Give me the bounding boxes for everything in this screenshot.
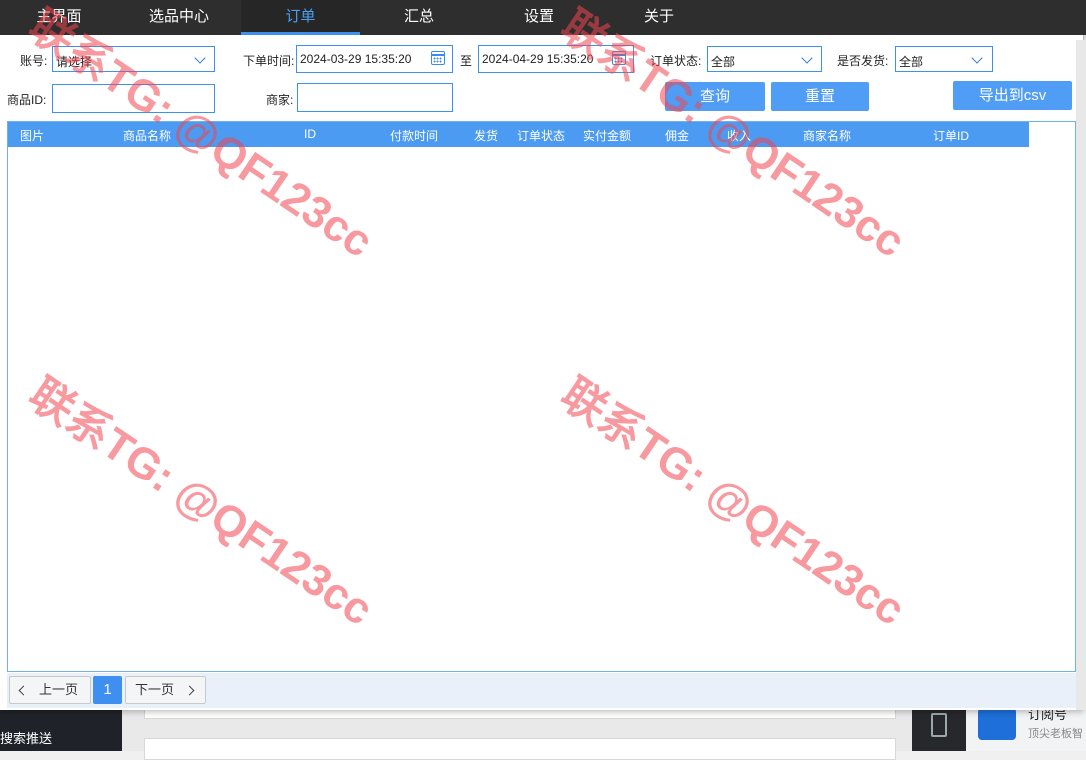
merchant-label: 商家: [266, 93, 294, 107]
background-card [144, 710, 896, 719]
calendar-icon[interactable] [612, 51, 626, 65]
column-header[interactable]: 订单状态 [517, 127, 565, 144]
start-time-picker[interactable]: 2024-03-29 15:35:20 [296, 45, 453, 73]
reset-button[interactable]: 重置 [771, 82, 869, 111]
order-window: 主界面 选品中心 订单 汇总 设置 关于 账号: 请选择 下单时间: 2024-… [0, 0, 1086, 710]
chevron-left-icon [18, 685, 29, 696]
shipped-label: 是否发货: [837, 54, 889, 68]
prev-page-button[interactable]: 上一页 [9, 676, 91, 704]
table-header: 图片 商品名称 ID 付款时间 发货 订单状态 实付金额 佣金 收入 商家名称 … [8, 122, 1029, 147]
query-button[interactable]: 查询 [665, 82, 765, 111]
calendar-icon[interactable] [431, 51, 445, 65]
next-page-label: 下一页 [135, 682, 175, 697]
column-header[interactable]: 商品名称 [123, 127, 171, 144]
chevron-down-icon [971, 52, 983, 64]
order-status-select[interactable]: 全部 [707, 46, 822, 72]
tab-orders[interactable]: 订单 [241, 0, 360, 35]
pagination: 上一页 1 下一页 [7, 673, 1076, 708]
subscription-desc: 顶尖老板智 [1028, 728, 1083, 740]
column-header[interactable]: 收入 [727, 127, 751, 144]
column-header[interactable]: ID [304, 127, 316, 141]
start-time-value: 2024-03-29 15:35:20 [300, 52, 412, 66]
column-header[interactable]: 发货 [474, 127, 498, 144]
merchant-input[interactable] [297, 83, 453, 112]
prev-page-label: 上一页 [39, 682, 79, 697]
chevron-down-icon [801, 52, 813, 64]
subscription-icon[interactable] [978, 708, 1016, 740]
phone-icon[interactable] [931, 713, 947, 737]
column-header[interactable]: 佣金 [665, 127, 689, 144]
scrollbar[interactable] [1076, 40, 1086, 710]
column-header[interactable]: 实付金额 [583, 127, 631, 144]
to-label: 至 [460, 54, 473, 68]
export-csv-button[interactable]: 导出到csv [953, 81, 1072, 110]
column-header[interactable]: 付款时间 [390, 127, 438, 144]
order-status-value: 全部 [711, 55, 736, 69]
column-header[interactable]: 订单ID [933, 127, 969, 144]
background-card [144, 738, 896, 760]
tab-product-selection[interactable]: 选品中心 [127, 0, 231, 35]
account-select-value: 请选择 [56, 55, 93, 69]
end-time-value: 2024-04-29 15:35:20 [482, 52, 594, 66]
orders-table[interactable]: 图片 商品名称 ID 付款时间 发货 订单状态 实付金额 佣金 收入 商家名称 … [7, 121, 1076, 672]
account-label: 账号: [20, 54, 48, 68]
order-status-label: 订单状态: [650, 54, 702, 68]
tab-summary[interactable]: 汇总 [367, 0, 471, 35]
background-sidebar-label: 搜索推送 [0, 731, 53, 746]
shipped-select[interactable]: 全部 [895, 46, 993, 72]
end-time-picker[interactable]: 2024-04-29 15:35:20 [478, 45, 634, 73]
chevron-down-icon [194, 52, 206, 64]
account-select[interactable]: 请选择 [52, 46, 215, 72]
tab-settings[interactable]: 设置 [487, 0, 591, 35]
shipped-value: 全部 [899, 55, 924, 69]
chevron-right-icon [184, 685, 195, 696]
top-nav: 主界面 选品中心 订单 汇总 设置 关于 [0, 0, 1086, 35]
tab-home[interactable]: 主界面 [7, 0, 111, 35]
column-header[interactable]: 图片 [20, 127, 44, 144]
order-time-label: 下单时间: [243, 54, 295, 68]
next-page-button[interactable]: 下一页 [125, 676, 206, 704]
product-id-input[interactable] [52, 84, 215, 113]
tab-about[interactable]: 关于 [607, 0, 711, 35]
column-header[interactable]: 商家名称 [803, 127, 851, 144]
current-page[interactable]: 1 [93, 676, 122, 704]
product-id-label: 商品ID: [7, 93, 47, 107]
